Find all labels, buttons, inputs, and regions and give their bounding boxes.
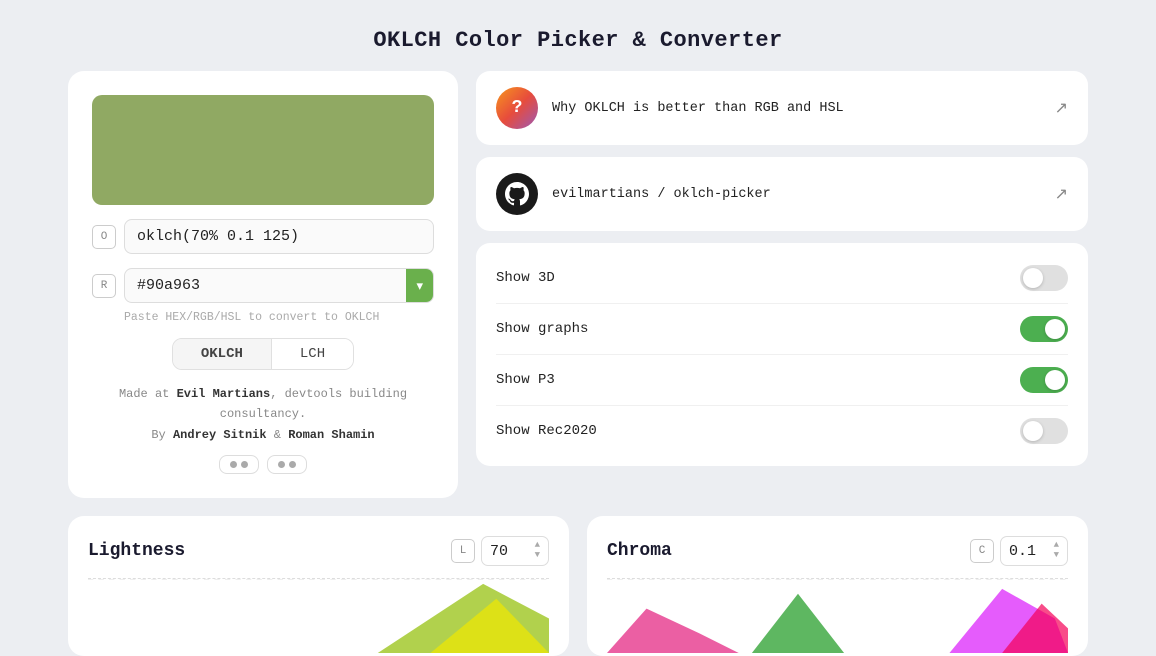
oklch-badge: O [92,225,116,249]
github-card: evilmartians / oklch-picker ↗ [476,157,1088,231]
right-panel: ? Why OKLCH is better than RGB and HSL ↗… [476,71,1088,498]
lightness-spinner[interactable]: ▲ ▼ [535,541,540,561]
hex-dropdown-button[interactable]: ▾ [406,269,433,302]
social-icon-box-2[interactable] [267,455,307,474]
chroma-value: 0.1 [1009,543,1036,560]
toggle-row-0: Show 3D [496,253,1068,304]
toggle-row-1: Show graphs [496,304,1068,355]
toggle-label-2: Show P3 [496,372,555,388]
chroma-badge: C [970,539,994,563]
lightness-title: Lightness [88,541,185,561]
color-preview [92,95,434,205]
lightness-header: Lightness L 70 ▲ ▼ [88,536,549,566]
lightness-badge: L [451,539,475,563]
social-dot-4 [289,461,296,468]
chroma-title: Chroma [607,541,672,561]
toggle-switch-1[interactable] [1020,316,1068,342]
chroma-chart [607,578,1068,653]
page-title: OKLCH Color Picker & Converter [373,28,782,53]
social-dot-1 [230,461,237,468]
social-icon-box-1[interactable] [219,455,259,474]
chroma-input[interactable]: 0.1 ▲ ▼ [1000,536,1068,566]
toggle-label-1: Show graphs [496,321,588,337]
toggle-switch-2[interactable] [1020,367,1068,393]
toggle-switch-3[interactable] [1020,418,1068,444]
tab-lch[interactable]: LCH [272,339,353,369]
credit-roman: Roman Shamin [288,428,374,442]
chroma-chart-svg [607,579,1068,653]
social-dot-2 [241,461,248,468]
lightness-chart-svg [88,579,549,653]
github-avatar [496,173,538,215]
hex-hint: Paste HEX/RGB/HSL to convert to OKLCH [124,311,434,324]
format-tabs: OKLCH LCH [172,338,354,370]
tab-oklch[interactable]: OKLCH [173,339,272,369]
chroma-header: Chroma C 0.1 ▲ ▼ [607,536,1068,566]
credit-line1: Made at [119,387,169,401]
oklch-input-row: O [92,219,434,254]
lightness-chart [88,578,549,653]
left-panel: O R ▾ Paste HEX/RGB/HSL to convert to OK… [68,71,458,498]
toggle-knob-1 [1045,319,1065,339]
hex-input-wrapper: ▾ [124,268,434,303]
toggle-row-3: Show Rec2020 [496,406,1068,456]
credit-by: By [151,428,165,442]
toggle-knob-2 [1045,370,1065,390]
chroma-card: Chroma C 0.1 ▲ ▼ [587,516,1088,656]
toggle-label-0: Show 3D [496,270,555,286]
toggle-knob-3 [1023,421,1043,441]
hex-input-row: R ▾ [92,268,434,303]
why-oklch-card: ? Why OKLCH is better than RGB and HSL ↗ [476,71,1088,145]
lightness-value: 70 [490,543,508,560]
social-dot-3 [278,461,285,468]
question-mark: ? [512,98,523,118]
why-oklch-external-link[interactable]: ↗ [1055,98,1068,118]
lightness-card: Lightness L 70 ▲ ▼ [68,516,569,656]
credit-evil-martians: Evil Martians [177,387,271,401]
lightness-controls: L 70 ▲ ▼ [451,536,549,566]
social-icons-row [92,455,434,474]
github-icon [505,182,529,206]
toggle-switch-0[interactable] [1020,265,1068,291]
toggle-row-2: Show P3 [496,355,1068,406]
lightness-input[interactable]: 70 ▲ ▼ [481,536,549,566]
credit-and: & [274,428,281,442]
toggles-card: Show 3D Show graphs Show P3 Show Rec2020 [476,243,1088,466]
why-oklch-text: Why OKLCH is better than RGB and HSL [552,101,1041,116]
credit-text: Made at Evil Martians, devtools building… [92,384,434,445]
chevron-down-icon: ▾ [416,278,423,294]
question-avatar: ? [496,87,538,129]
toggle-knob-0 [1023,268,1043,288]
toggle-label-3: Show Rec2020 [496,423,597,439]
credit-andrey: Andrey Sitnik [173,428,267,442]
chroma-down-arrow: ▼ [1054,551,1059,561]
chroma-controls: C 0.1 ▲ ▼ [970,536,1068,566]
hex-input[interactable] [125,269,406,302]
hex-badge: R [92,274,116,298]
github-text: evilmartians / oklch-picker [552,187,1041,202]
oklch-input[interactable] [124,219,434,254]
toggles-container: Show 3D Show graphs Show P3 Show Rec2020 [496,253,1068,456]
lightness-down-arrow: ▼ [535,551,540,561]
github-external-link[interactable]: ↗ [1055,184,1068,204]
chroma-spinner[interactable]: ▲ ▼ [1054,541,1059,561]
